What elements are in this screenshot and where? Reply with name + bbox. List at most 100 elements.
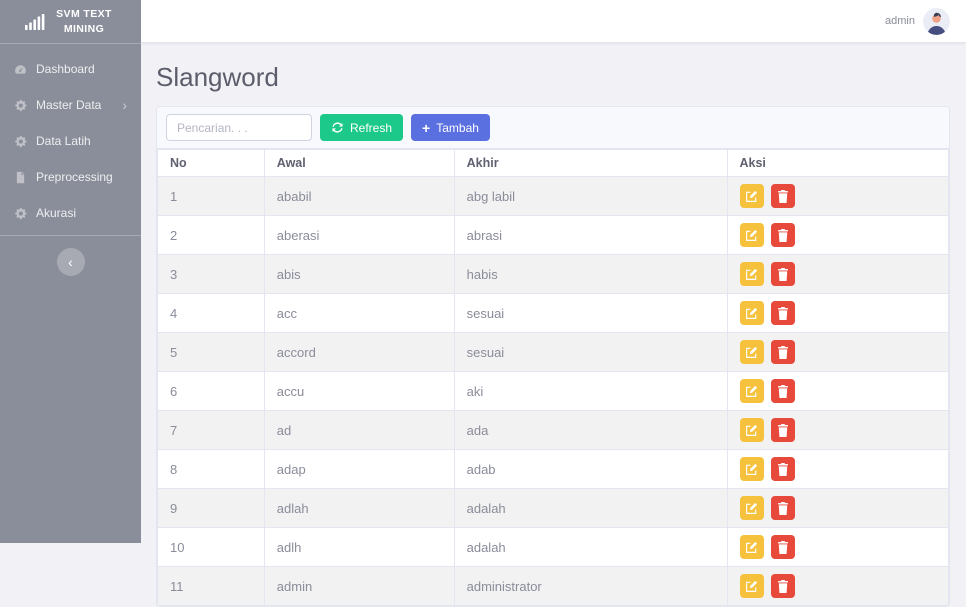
username-label: admin: [885, 15, 915, 27]
search-input[interactable]: [166, 114, 312, 141]
cell-no: 10: [158, 528, 265, 567]
edit-pencil-icon: [745, 541, 758, 554]
cell-awal: accord: [264, 333, 454, 372]
table-row: 1 ababil abg labil: [158, 177, 949, 216]
cell-awal: adap: [264, 450, 454, 489]
cell-awal: adlah: [264, 489, 454, 528]
user-avatar: [923, 8, 950, 35]
column-header-aksi: Aksi: [727, 150, 949, 177]
trash-icon: [777, 229, 789, 242]
delete-button[interactable]: [771, 184, 795, 208]
edit-button[interactable]: [740, 184, 764, 208]
trash-icon: [777, 385, 789, 398]
cell-aksi: [727, 372, 949, 411]
cell-no: 4: [158, 294, 265, 333]
cell-akhir: abrasi: [454, 216, 727, 255]
delete-button[interactable]: [771, 574, 795, 598]
sidebar-item-dashboard[interactable]: Dashboard: [0, 51, 141, 87]
cell-akhir: adalah: [454, 528, 727, 567]
table-row: 10 adlh adalah: [158, 528, 949, 567]
user-menu[interactable]: admin: [885, 8, 950, 35]
cell-aksi: [727, 567, 949, 606]
cell-no: 1: [158, 177, 265, 216]
add-button[interactable]: + Tambah: [411, 114, 490, 141]
delete-button[interactable]: [771, 340, 795, 364]
delete-button[interactable]: [771, 496, 795, 520]
cell-no: 5: [158, 333, 265, 372]
edit-button[interactable]: [740, 379, 764, 403]
edit-button[interactable]: [740, 535, 764, 559]
trash-icon: [777, 190, 789, 203]
edit-button[interactable]: [740, 301, 764, 325]
cell-no: 9: [158, 489, 265, 528]
delete-button[interactable]: [771, 535, 795, 559]
sidebar-item-preprocessing[interactable]: Preprocessing: [0, 159, 141, 195]
sidebar-item-akurasi[interactable]: Akurasi: [0, 195, 141, 231]
cell-awal: adlh: [264, 528, 454, 567]
sidebar-item-master-data[interactable]: Master Data ›: [0, 87, 141, 123]
sidebar-item-label: Data Latih: [36, 134, 91, 148]
edit-pencil-icon: [745, 346, 758, 359]
delete-button[interactable]: [771, 301, 795, 325]
cell-akhir: abg labil: [454, 177, 727, 216]
cell-aksi: [727, 333, 949, 372]
edit-button[interactable]: [740, 496, 764, 520]
cell-aksi: [727, 450, 949, 489]
table-header-row: No Awal Akhir Aksi: [158, 150, 949, 177]
edit-button[interactable]: [740, 340, 764, 364]
trash-icon: [777, 541, 789, 554]
brand[interactable]: SVM TEXT MINING: [0, 0, 141, 43]
table-row: 5 accord sesuai: [158, 333, 949, 372]
edit-button[interactable]: [740, 457, 764, 481]
sidebar-nav: Dashboard Master Data › Data Latih Prepr…: [0, 44, 141, 231]
cell-no: 11: [158, 567, 265, 606]
cell-akhir: adab: [454, 450, 727, 489]
cell-akhir: sesuai: [454, 294, 727, 333]
card-toolbar: Refresh + Tambah: [157, 107, 949, 149]
table-row: 2 aberasi abrasi: [158, 216, 949, 255]
sidebar-item-data-latih[interactable]: Data Latih: [0, 123, 141, 159]
edit-pencil-icon: [745, 190, 758, 203]
cell-awal: admin: [264, 567, 454, 606]
bar-chart-logo-icon: [25, 14, 45, 30]
refresh-button[interactable]: Refresh: [320, 114, 403, 141]
cell-awal: aberasi: [264, 216, 454, 255]
trash-icon: [777, 424, 789, 437]
edit-button[interactable]: [740, 223, 764, 247]
cell-awal: abis: [264, 255, 454, 294]
trash-icon: [777, 580, 789, 593]
delete-button[interactable]: [771, 418, 795, 442]
edit-pencil-icon: [745, 502, 758, 515]
cell-no: 7: [158, 411, 265, 450]
sidebar-divider: [0, 235, 141, 236]
chevron-left-icon: ‹: [68, 254, 73, 270]
trash-icon: [777, 502, 789, 515]
cell-awal: acc: [264, 294, 454, 333]
delete-button[interactable]: [771, 457, 795, 481]
edit-button[interactable]: [740, 418, 764, 442]
column-header-no: No: [158, 150, 265, 177]
edit-pencil-icon: [745, 424, 758, 437]
cell-aksi: [727, 255, 949, 294]
edit-button[interactable]: [740, 574, 764, 598]
sidebar-item-label: Dashboard: [36, 62, 95, 76]
plus-icon: +: [422, 121, 430, 135]
column-header-akhir: Akhir: [454, 150, 727, 177]
chevron-right-icon: ›: [122, 100, 127, 110]
table-row: 8 adap adab: [158, 450, 949, 489]
column-header-awal: Awal: [264, 150, 454, 177]
edit-button[interactable]: [740, 262, 764, 286]
page-title: Slangword: [156, 62, 950, 93]
cell-no: 2: [158, 216, 265, 255]
delete-button[interactable]: [771, 379, 795, 403]
edit-pencil-icon: [745, 463, 758, 476]
cell-no: 3: [158, 255, 265, 294]
delete-button[interactable]: [771, 262, 795, 286]
edit-pencil-icon: [745, 307, 758, 320]
table-row: 9 adlah adalah: [158, 489, 949, 528]
delete-button[interactable]: [771, 223, 795, 247]
gear-icon: [14, 207, 27, 220]
gear-icon: [14, 135, 27, 148]
cell-no: 6: [158, 372, 265, 411]
sidebar-collapse-button[interactable]: ‹: [57, 248, 85, 276]
